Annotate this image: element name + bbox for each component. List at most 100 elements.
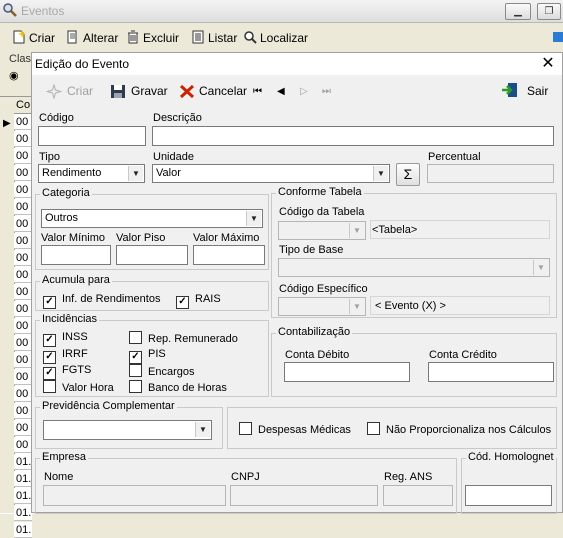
chevron-down-icon: ▼ xyxy=(246,211,261,226)
sigma-icon: Σ xyxy=(403,166,413,182)
previdencia-select[interactable]: ▼ xyxy=(43,420,212,440)
valor-maximo-input[interactable] xyxy=(193,245,265,265)
banco-horas-label: Banco de Horas xyxy=(148,382,227,394)
nao-proporcionaliza-checkbox[interactable]: Não Proporcionaliza nos Cálculos xyxy=(367,422,551,436)
rais-checkbox[interactable]: ✓ RAIS xyxy=(176,293,221,309)
chevron-down-icon: ▼ xyxy=(533,260,548,275)
percentual-input[interactable] xyxy=(427,164,554,183)
tipo-base-select[interactable]: ▼ xyxy=(278,258,550,277)
grid-row-code[interactable]: 00 xyxy=(14,437,32,453)
irrf-checkbox[interactable]: ✓ IRRF xyxy=(43,348,88,364)
save-disk-icon xyxy=(110,84,126,99)
rep-remunerado-label: Rep. Remunerado xyxy=(148,333,238,345)
chevron-down-icon: ▼ xyxy=(128,166,143,181)
main-excluir-label: Excluir xyxy=(143,31,180,45)
main-listar-button[interactable]: Listar xyxy=(191,30,237,45)
valor-hora-checkbox[interactable]: Valor Hora xyxy=(43,380,114,394)
dialog-criar-label: Criar xyxy=(67,84,93,98)
grid-row-code[interactable]: 00 xyxy=(14,284,32,300)
grid-row-code[interactable]: 00 xyxy=(14,301,32,317)
chevron-down-icon: ▼ xyxy=(349,299,364,314)
nav-last-button[interactable]: ⏭ xyxy=(322,86,331,97)
inf-rendimentos-checkbox[interactable]: ✓ Inf. de Rendimentos xyxy=(43,293,160,309)
main-criar-button[interactable]: Criar xyxy=(12,30,55,45)
chevron-down-icon: ▼ xyxy=(349,223,364,238)
codigo-especifico-select[interactable]: ▼ xyxy=(278,297,366,316)
nav-next-button[interactable]: ▷ xyxy=(300,86,308,97)
irrf-label: IRRF xyxy=(62,348,88,360)
banco-horas-checkbox[interactable]: Banco de Horas xyxy=(129,380,227,394)
grid-row-code[interactable]: 00 xyxy=(14,386,32,402)
main-listar-label: Listar xyxy=(208,31,238,45)
grid-row-code[interactable]: 00 xyxy=(14,267,32,283)
grid-row-code[interactable]: 01. xyxy=(14,471,32,487)
dialog-close-button[interactable]: ✕ xyxy=(538,54,558,74)
grid-row-code[interactable]: 00 xyxy=(14,114,32,130)
main-title: Eventos xyxy=(21,4,65,18)
valor-piso-input[interactable] xyxy=(116,245,188,265)
grid-row-code[interactable]: 01. xyxy=(14,505,32,521)
conta-debito-input[interactable] xyxy=(284,362,410,382)
check-icon: ✓ xyxy=(176,296,189,309)
rep-remunerado-checkbox[interactable]: Rep. Remunerado xyxy=(129,331,238,345)
class-radio[interactable]: ◉ xyxy=(9,69,19,82)
tipo-select[interactable]: Rendimento ▼ xyxy=(38,164,145,183)
categoria-select[interactable]: Outros ▼ xyxy=(41,209,263,228)
grid-row-code[interactable]: 00 xyxy=(14,182,32,198)
dialog-cancelar-button[interactable]: Cancelar xyxy=(179,84,248,99)
grid-row-code[interactable]: 00 xyxy=(14,318,32,334)
grid-row-code[interactable]: 01. xyxy=(14,454,32,470)
dialog-cancelar-label: Cancelar xyxy=(199,84,248,98)
categoria-group-title: Categoria xyxy=(40,187,92,199)
new-sparkle-icon xyxy=(45,83,63,100)
minimize-button[interactable]: ▁ xyxy=(505,3,531,20)
grid-row-code[interactable]: 00 xyxy=(14,216,32,232)
main-excluir-button[interactable]: Excluir xyxy=(126,30,179,45)
grid-row-code[interactable]: 00 xyxy=(14,131,32,147)
despesas-medicas-checkbox[interactable]: Despesas Médicas xyxy=(239,422,351,436)
main-alterar-button[interactable]: Alterar xyxy=(66,30,118,45)
evento-placeholder: < Evento (X) > xyxy=(375,300,446,312)
grid-row-code[interactable]: 00 xyxy=(14,420,32,436)
grid-row-code[interactable]: 00 xyxy=(14,148,32,164)
dialog-sair-button[interactable]: Sair xyxy=(501,83,549,98)
grid-row-code[interactable]: 00 xyxy=(14,165,32,181)
descricao-label: Descrição xyxy=(153,112,202,124)
main-localizar-button[interactable]: Localizar xyxy=(243,30,308,45)
homolognet-input[interactable] xyxy=(465,485,552,506)
grid-row-code[interactable]: 00 xyxy=(14,250,32,266)
unidade-select[interactable]: Valor ▼ xyxy=(152,164,390,183)
main-title-bar: Eventos ▁ ❐ xyxy=(0,0,563,23)
fgts-checkbox[interactable]: ✓ FGTS xyxy=(43,364,91,380)
pis-checkbox[interactable]: ✓ PIS xyxy=(129,348,166,364)
dialog-gravar-button[interactable]: Gravar xyxy=(110,84,168,98)
dialog-criar-button[interactable]: Criar xyxy=(45,83,93,100)
grid-row-code[interactable]: 00 xyxy=(14,352,32,368)
grid-row-code[interactable]: 01. xyxy=(14,488,32,504)
valor-piso-label: Valor Piso xyxy=(116,232,166,244)
nome-input xyxy=(43,485,226,506)
grid-row-code[interactable]: 00 xyxy=(14,369,32,385)
nav-first-button[interactable]: ⏮ xyxy=(253,86,262,97)
search-icon xyxy=(243,30,257,44)
grid-row-code[interactable]: 00 xyxy=(14,233,32,249)
grid-row-code[interactable]: 00 xyxy=(14,199,32,215)
nav-prev-button[interactable]: ◀ xyxy=(277,86,285,97)
grid-row-code[interactable]: 01. xyxy=(14,522,32,538)
dialog-title-bar: Edição do Evento ✕ xyxy=(32,53,562,75)
grid-row-code[interactable]: 00 xyxy=(14,403,32,419)
conta-credito-input[interactable] xyxy=(428,362,554,382)
codigo-tabela-select[interactable]: ▼ xyxy=(278,221,366,240)
descricao-input[interactable] xyxy=(152,126,554,146)
codigo-input[interactable] xyxy=(38,126,146,146)
sum-formula-button[interactable]: Σ xyxy=(396,163,420,186)
percentual-label: Percentual xyxy=(428,151,481,163)
dialog-sair-label: Sair xyxy=(527,84,549,98)
codigo-especifico-label: Código Específico xyxy=(279,283,368,295)
valor-maximo-label: Valor Máximo xyxy=(193,232,260,244)
grid-row-code[interactable]: 00 xyxy=(14,335,32,351)
encargos-checkbox[interactable]: Encargos xyxy=(129,364,194,378)
inss-checkbox[interactable]: ✓ INSS xyxy=(43,331,88,347)
valor-minimo-input[interactable] xyxy=(41,245,111,265)
restore-button[interactable]: ❐ xyxy=(537,3,561,20)
